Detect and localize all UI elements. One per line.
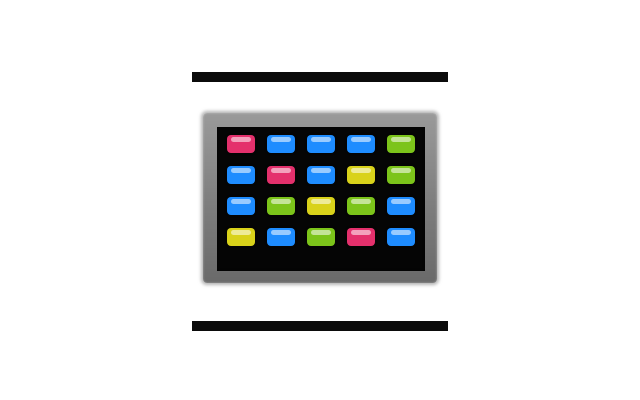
tile-grid xyxy=(227,135,415,246)
app-launcher-grid-icon[interactable] xyxy=(203,113,437,283)
canvas xyxy=(0,0,640,400)
tile-green xyxy=(267,197,295,215)
tile-pink xyxy=(227,135,255,153)
tile-blue xyxy=(307,135,335,153)
tile-blue xyxy=(347,135,375,153)
tile-blue xyxy=(387,228,415,246)
tile-green xyxy=(387,166,415,184)
tile-yellow xyxy=(227,228,255,246)
icon-screen xyxy=(217,127,425,271)
bottom-divider xyxy=(192,321,448,331)
top-divider xyxy=(192,72,448,82)
tile-green xyxy=(387,135,415,153)
tile-pink xyxy=(267,166,295,184)
tile-blue xyxy=(267,228,295,246)
tile-blue xyxy=(307,166,335,184)
tile-green xyxy=(307,228,335,246)
tile-yellow xyxy=(307,197,335,215)
tile-blue xyxy=(227,166,255,184)
tile-blue xyxy=(227,197,255,215)
tile-blue xyxy=(267,135,295,153)
tile-yellow xyxy=(347,166,375,184)
tile-blue xyxy=(387,197,415,215)
tile-pink xyxy=(347,228,375,246)
tile-green xyxy=(347,197,375,215)
